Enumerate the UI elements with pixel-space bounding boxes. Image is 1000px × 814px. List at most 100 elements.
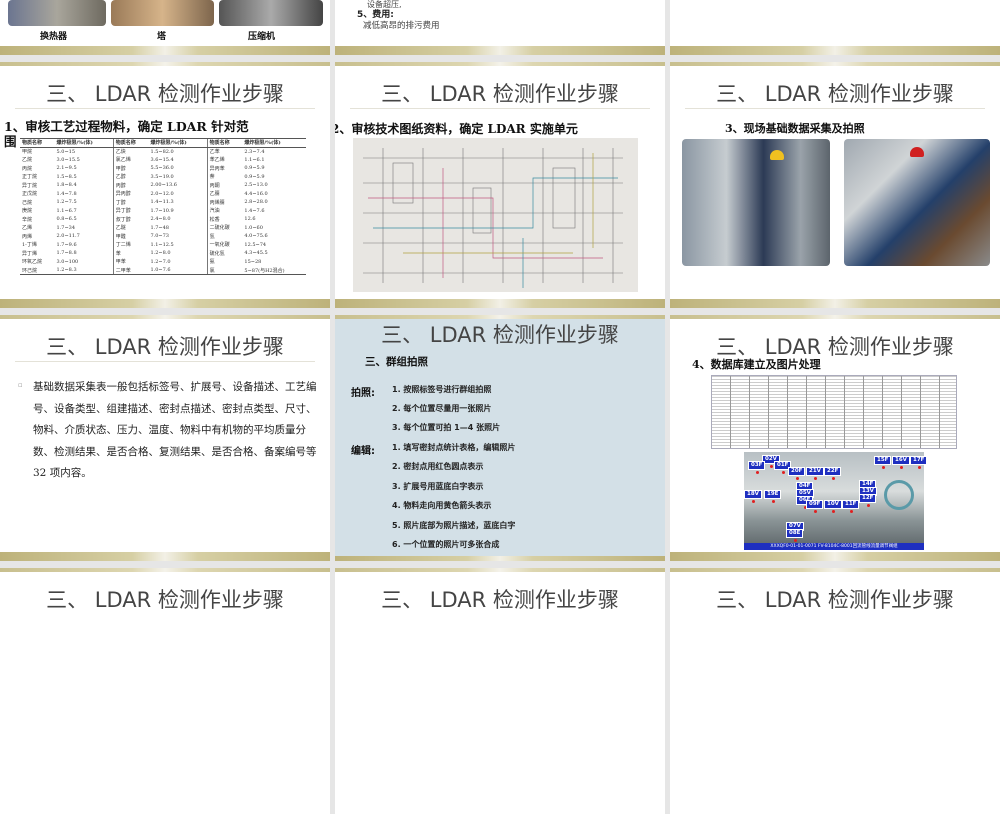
- gold-band: [335, 556, 665, 561]
- item-5-text: 减低高昂的排污费用: [363, 21, 440, 31]
- table-cell: 2.0~11.7: [56, 233, 80, 240]
- seal-point-tag: 16V: [892, 456, 910, 465]
- heat-exchanger-photo: [8, 0, 106, 26]
- edit-step: 2. 密封点用红色圆点表示: [392, 462, 484, 471]
- gold-band: [335, 299, 665, 308]
- table-cell: 1.2~8.3: [54, 266, 114, 275]
- slide-thumbnail-12[interactable]: 三、 LDAR 检测作业步骤: [670, 568, 1000, 814]
- table-cell: 异丙苯: [206, 164, 243, 173]
- inspector-equipment-photo: [844, 139, 990, 266]
- slide-thumbnail-10[interactable]: 三、 LDAR 检测作业步骤: [0, 568, 330, 814]
- caption-heat-exchanger: 换热器: [40, 32, 68, 42]
- slide-thumbnail-4[interactable]: 三、 LDAR 检测作业步骤 1、审核工艺过程物料，确定 LDAR 针对范围 物…: [0, 62, 330, 308]
- slide-thumbnail-7[interactable]: 三、 LDAR 检测作业步骤 ▫ 基础数据采集表一般包括标签号、扩展号、设备描述…: [0, 315, 330, 561]
- table-row: 辛烷 0.8~6.5 叔丁醇 2.4~8.0 松香 12.6: [20, 215, 306, 224]
- table-cell: 7.0~73: [150, 233, 169, 240]
- seal-point-tag: 10V: [824, 500, 842, 509]
- table-cell: 15~28: [244, 258, 262, 265]
- table-cell: 己烷: [22, 199, 33, 206]
- table-cell: 0.8~6.5: [56, 216, 77, 223]
- table-cell: 甲醇: [112, 164, 149, 173]
- table-cell: 二硫化碳: [206, 223, 243, 232]
- slide-thumbnail-5[interactable]: 三、 LDAR 检测作业步骤 2、审核技术图纸资料，确定 LDAR 实施单元: [335, 62, 665, 308]
- table-cell: 12.6: [244, 216, 256, 223]
- table-cell: 1.5~8.5: [56, 173, 77, 180]
- table-cell: 乙烯: [22, 225, 33, 232]
- inspector-clipboard-photo: [682, 139, 830, 266]
- gold-band: [670, 46, 1000, 55]
- table-cell: 5~87(与H2混合): [242, 266, 306, 275]
- slide-subtitle: 3、现场基础数据采集及拍照: [725, 122, 865, 135]
- table-row: 己烷 1.2~7.5 丁醇 1.4~11.3 丙烯腈 2.8~28.0: [20, 198, 306, 207]
- slide-title: 三、 LDAR 检测作业步骤: [381, 82, 619, 106]
- table-cell: 3.0~15.5: [56, 156, 80, 163]
- table-cell: 3.5~19.0: [150, 173, 174, 180]
- slide-title: 三、 LDAR 检测作业步骤: [46, 82, 284, 106]
- table-header: 爆炸极限/%(体): [54, 138, 114, 148]
- table-cell: 1.4~11.3: [150, 199, 174, 206]
- table-cell: 1.7~8.8: [56, 250, 77, 257]
- edit-label: 编辑:: [351, 446, 375, 457]
- edit-step: 3. 扩展号用蓝底白字表示: [392, 482, 484, 491]
- table-cell: 1.7~48: [150, 224, 169, 231]
- table-cell: 4.0~75.6: [244, 233, 268, 240]
- slide-thumbnail-2[interactable]: 设备超压, 5、费用: 减低高昂的排污费用: [335, 0, 665, 55]
- seal-point-tag: 08E: [786, 529, 804, 538]
- table-cell: 丙烯腈: [206, 198, 243, 207]
- table-cell: 辛烷: [22, 216, 33, 223]
- red-seal-dot: [814, 477, 817, 480]
- table-cell: 氯: [206, 266, 243, 275]
- table-row: 乙烷 3.0~15.5 氯乙烯 3.6~15.4 苯乙烯 1.1~6.1: [20, 155, 306, 164]
- slide-subtitle: 2、审核技术图纸资料，确定 LDAR 实施单元: [335, 122, 578, 136]
- table-cell: 2.8~28.0: [244, 199, 268, 206]
- slide-thumbnail-1[interactable]: 换热器 塔 压缩机: [0, 0, 330, 55]
- table-cell: 氯乙烯: [112, 155, 149, 164]
- seal-point-tag: 12F: [859, 494, 877, 503]
- gold-band: [0, 568, 330, 572]
- slide-title: 三、 LDAR 检测作业步骤: [381, 588, 619, 612]
- table-header: 物质名称: [206, 138, 243, 148]
- table-cell: 氢: [206, 232, 243, 241]
- table-header: 物质名称: [20, 138, 55, 148]
- explosion-limit-table: 物质名称 爆炸极限/%(体) 物质名称 爆炸极限/%(体) 物质名称 爆炸极限/%(体) 甲…: [20, 138, 306, 275]
- table-cell: 1.2~7.5: [56, 199, 77, 206]
- table-cell: 正丁烷: [22, 174, 38, 181]
- edit-step: 1. 填写密封点统计表格，编辑照片: [392, 443, 516, 452]
- title-rule: [15, 361, 315, 362]
- photo-step: 2. 每个位置尽量用一张照片: [392, 404, 492, 413]
- gold-band: [0, 315, 330, 319]
- red-seal-dot: [756, 471, 759, 474]
- seal-point-tag: 15F: [874, 456, 892, 465]
- slide-thumbnail-3[interactable]: [670, 0, 1000, 55]
- table-cell: 2.4~8.0: [150, 216, 171, 223]
- gold-band: [0, 299, 330, 308]
- table-cell: 1.4~7.6: [244, 207, 265, 214]
- table-cell: 0.9~5.9: [244, 173, 265, 180]
- red-seal-dot: [918, 466, 921, 469]
- caption-tower: 塔: [157, 32, 167, 42]
- slide-subtitle: 三、群组拍照: [365, 356, 428, 368]
- gold-band: [670, 62, 1000, 66]
- table-cell: 萘: [206, 172, 243, 181]
- gold-band: [0, 46, 330, 55]
- table-cell: 乙苯: [206, 147, 243, 156]
- red-seal-dot: [752, 500, 755, 503]
- table-cell: 2.1~9.5: [56, 165, 77, 172]
- table-cell: 1.2~8.0: [150, 250, 171, 257]
- gold-band: [335, 62, 665, 66]
- table-cell: 2.3~7.4: [244, 148, 265, 155]
- table-cell: 乙醇: [112, 172, 149, 181]
- table-row: 异丁烯 1.7~8.8 苯 1.2~8.0 硫化氢 4.3~45.5: [20, 249, 306, 258]
- red-seal-dot: [900, 466, 903, 469]
- seal-point-tag: 22F: [824, 467, 842, 476]
- table-cell: 丙酮: [206, 181, 243, 190]
- table-row: 环己烷 1.2~8.3 二甲苯 1.0~7.6 氯 5~87(与H2混合): [20, 266, 306, 275]
- slide-thumbnail-9[interactable]: 三、 LDAR 检测作业步骤 4、数据库建立及图片处理 XXXQF0-01-01…: [670, 315, 1000, 561]
- table-cell: 异丙醇: [112, 189, 149, 198]
- seal-point-tag: 20F: [788, 467, 806, 476]
- slide-thumbnail-11[interactable]: 三、 LDAR 检测作业步骤: [335, 568, 665, 814]
- table-cell: 丙烷: [22, 165, 33, 172]
- table-cell: 1.0~60: [244, 224, 263, 231]
- slide-thumbnail-8-selected[interactable]: 三、 LDAR 检测作业步骤 三、群组拍照 拍照: 1. 按照标签号进行群组拍照…: [335, 315, 665, 561]
- slide-thumbnail-6[interactable]: 三、 LDAR 检测作业步骤 3、现场基础数据采集及拍照: [670, 62, 1000, 308]
